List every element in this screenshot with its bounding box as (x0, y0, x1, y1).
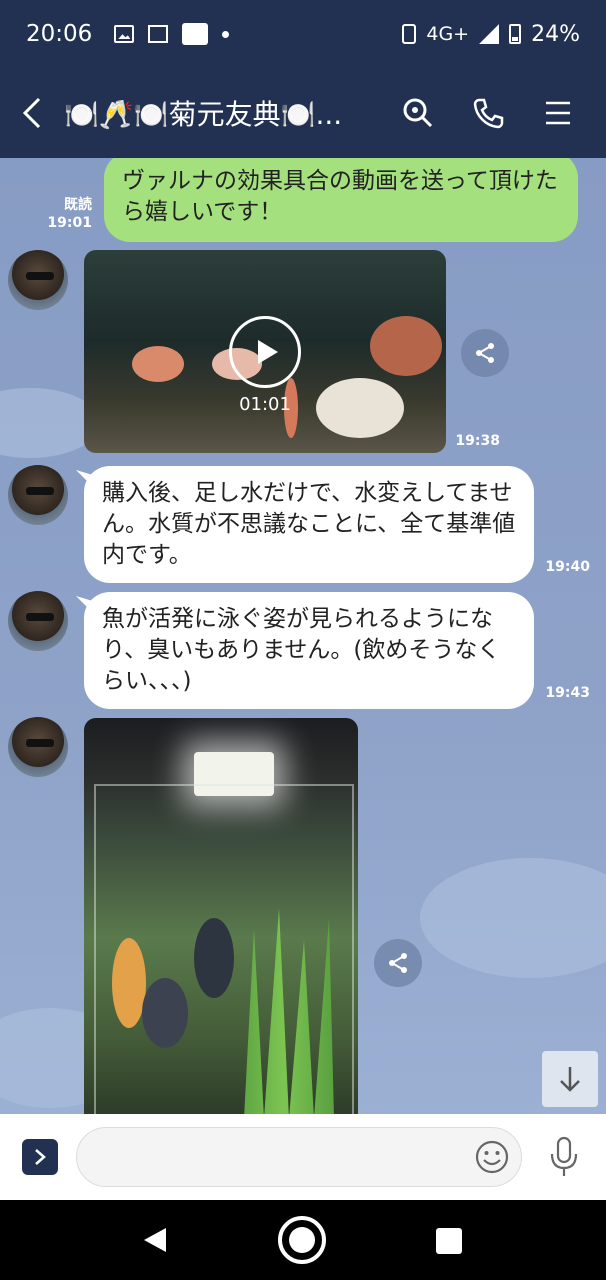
video-thumbnail-fish (370, 316, 442, 376)
video-thumbnail-fish (132, 346, 184, 382)
video-message[interactable]: 01:01 (84, 250, 446, 453)
back-icon (22, 97, 41, 129)
photo-fish (112, 938, 146, 1028)
nav-recent-apps-button[interactable] (436, 1228, 462, 1254)
dot-icon (222, 30, 230, 38)
chat-area[interactable]: ヴァルナの効果具合の動画を送って頂けたら嬉しいです！ 既読 19:01 01:0… (0, 158, 606, 1114)
status-time: 20:06 (26, 21, 93, 47)
background-cloud (420, 858, 606, 978)
search-button[interactable] (400, 95, 436, 131)
share-button[interactable] (374, 939, 422, 987)
back-button[interactable] (0, 68, 64, 158)
avatar[interactable] (8, 591, 68, 651)
avatar[interactable] (8, 250, 68, 310)
emoji-icon (475, 1140, 509, 1174)
network-type: 4G+ (426, 23, 470, 45)
arrow-down-icon (560, 1067, 580, 1092)
phone-icon (473, 98, 504, 129)
nav-home-button[interactable] (278, 1216, 326, 1264)
share-icon (476, 343, 494, 363)
system-nav-bar (0, 1200, 606, 1280)
message-time: 19:40 (545, 559, 590, 575)
read-receipt: 既読 (64, 197, 92, 213)
vibrate-icon (402, 24, 417, 44)
chat-header: 🍽️🥂🍽️菊元友典🍽️... (0, 68, 606, 158)
message-input[interactable] (76, 1127, 522, 1187)
message-bubble-incoming[interactable]: 魚が活発に泳ぐ姿が見られるようになり、臭いもありません。(飲めそうなくらい、、、… (84, 592, 534, 709)
chat-title: 🍽️🥂🍽️菊元友典🍽️... (64, 98, 343, 131)
voice-input-button[interactable] (548, 1136, 580, 1178)
photo-fish (142, 978, 188, 1048)
play-button[interactable] (229, 316, 301, 388)
menu-button[interactable] (540, 95, 576, 131)
message-time: 19:01 (47, 215, 92, 231)
emoji-button[interactable] (474, 1139, 510, 1175)
chevron-right-icon (35, 1149, 46, 1165)
message-meta: 既読 19:01 (44, 196, 92, 232)
share-icon (389, 953, 407, 973)
search-icon (403, 98, 433, 128)
message-time: 19:38 (455, 433, 500, 449)
call-button[interactable] (470, 95, 506, 131)
message-time: 19:43 (545, 685, 590, 701)
image-icon (114, 25, 135, 43)
battery-percent: 24% (531, 21, 580, 47)
menu-icon (546, 101, 570, 125)
share-button[interactable] (461, 329, 509, 377)
message-bubble-outgoing[interactable]: ヴァルナの効果具合の動画を送って頂けたら嬉しいです！ (104, 158, 578, 242)
photo-fish (194, 918, 234, 998)
avatar[interactable] (8, 717, 68, 777)
mail-icon (148, 25, 169, 43)
video-duration: 01:01 (239, 394, 291, 415)
message-text: 魚が活発に泳ぐ姿が見られるようになり、臭いもありません。(飲めそうなくらい、、、… (102, 606, 501, 694)
signal-icon (479, 24, 500, 44)
microphone-icon (550, 1136, 578, 1176)
photo-message[interactable] (84, 718, 358, 1114)
message-input-bar (0, 1114, 606, 1200)
expand-button[interactable] (22, 1139, 58, 1175)
scroll-to-bottom-button[interactable] (542, 1051, 598, 1107)
battery-icon (509, 24, 522, 44)
app-brand-icon (182, 23, 209, 45)
avatar[interactable] (8, 465, 68, 525)
nav-back-icon[interactable] (140, 1226, 170, 1254)
message-text: 購入後、足し水だけで、水変えしてません。水質が不思議なことに、全て基準値内です。 (102, 480, 516, 568)
message-text: ヴァルナの効果具合の動画を送って頂けたら嬉しいです！ (122, 168, 558, 225)
message-bubble-incoming[interactable]: 購入後、足し水だけで、水変えしてません。水質が不思議なことに、全て基準値内です。 (84, 466, 534, 583)
status-bar: 20:06 4G+ 24% (0, 0, 606, 68)
